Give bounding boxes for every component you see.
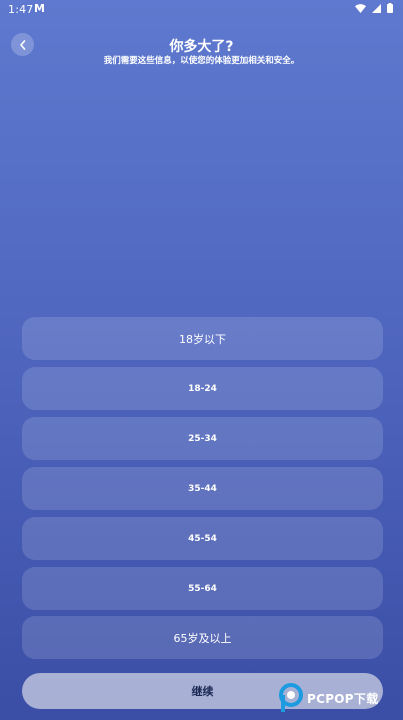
notification-icon: M xyxy=(34,2,45,15)
status-time: 1:47 xyxy=(8,3,34,16)
age-option-55-64[interactable]: 55-64 xyxy=(22,567,383,610)
status-bar: 1:47 M xyxy=(0,0,403,20)
age-option-18-24[interactable]: 18-24 xyxy=(22,367,383,410)
signal-icon xyxy=(372,3,381,13)
page-subtitle: 我们需要这些信息，以使您的体验更加相关和安全。 xyxy=(103,56,300,66)
pcpop-logo-icon xyxy=(279,683,303,712)
page-title: 你多大了? xyxy=(169,39,234,55)
age-selection-screen: 1:47 M 你多大了? 我们需要这些信息，以使您的体验更加相关和安全。 18岁… xyxy=(0,0,403,720)
watermark: PCPOP下载 xyxy=(278,683,379,713)
watermark-text: PCPOP下载 xyxy=(307,691,379,706)
age-option-25-34[interactable]: 25-34 xyxy=(22,417,383,460)
age-option-35-44[interactable]: 35-44 xyxy=(22,467,383,510)
age-option-under-18[interactable]: 18岁以下 xyxy=(22,317,383,360)
wifi-icon xyxy=(355,3,366,13)
age-option-65-plus[interactable]: 65岁及以上 xyxy=(22,616,383,659)
age-option-45-54[interactable]: 45-54 xyxy=(22,517,383,560)
status-icons xyxy=(355,3,393,13)
battery-icon xyxy=(387,3,393,13)
